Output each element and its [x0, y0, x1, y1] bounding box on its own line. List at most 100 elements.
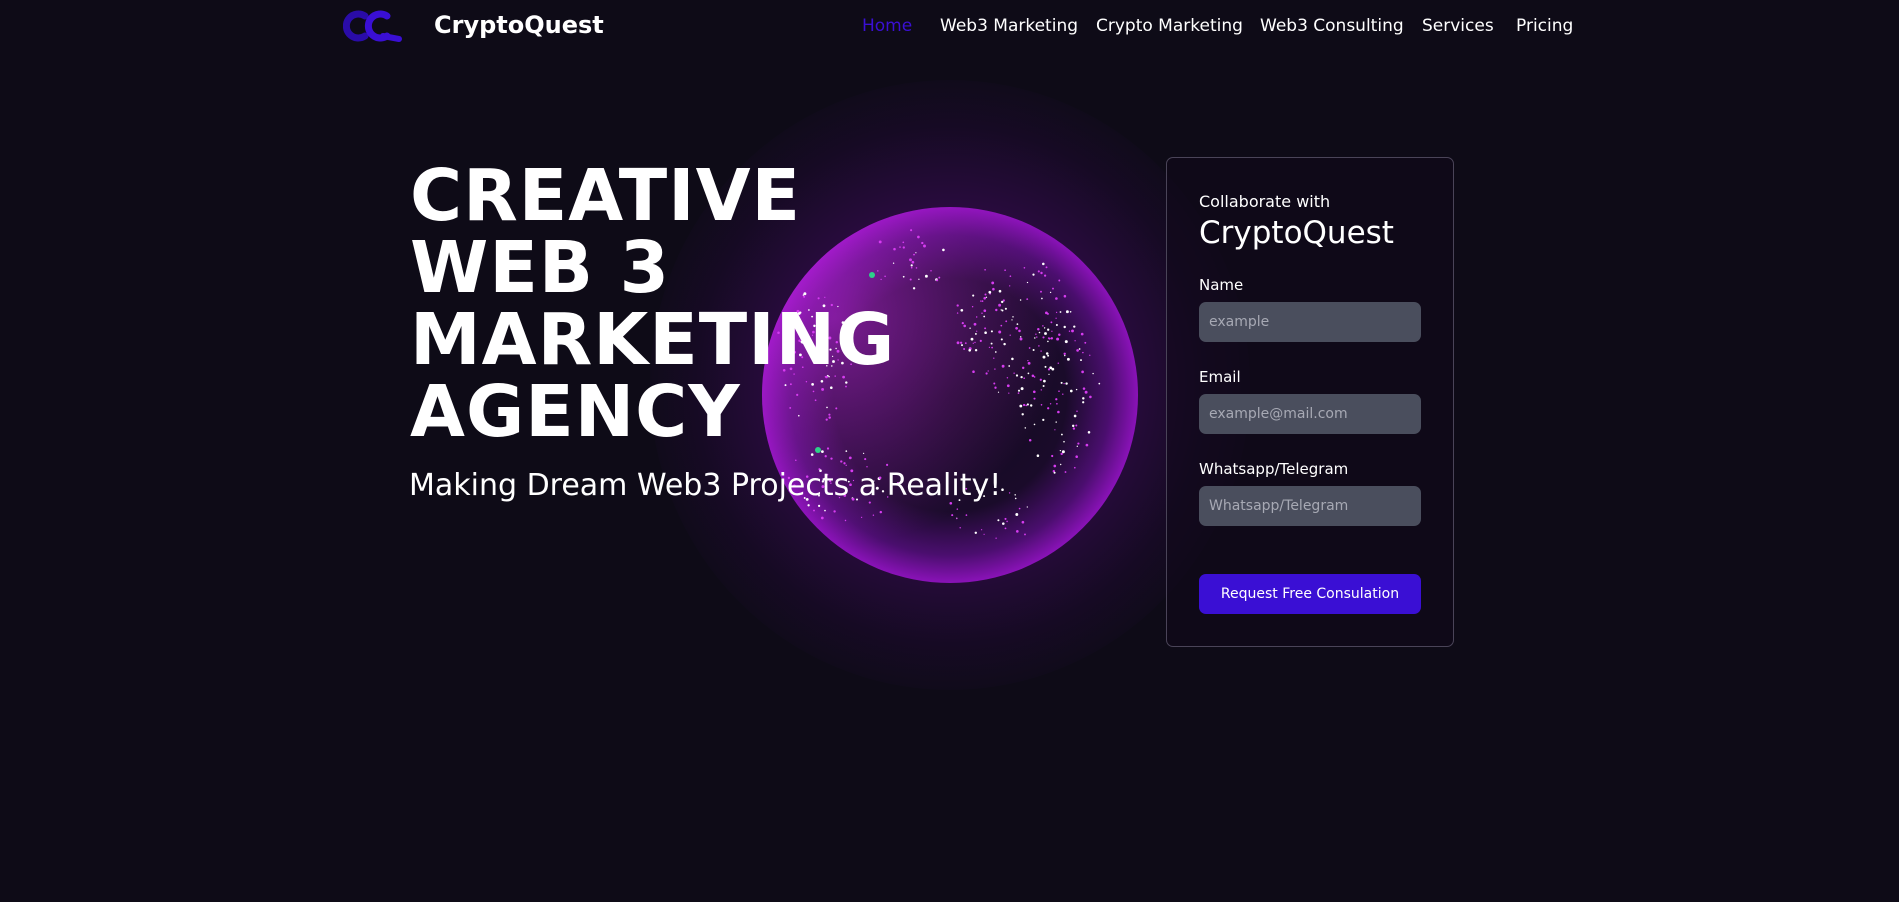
globe-particle	[972, 342, 974, 344]
globe-particle	[810, 453, 814, 456]
globe-particle	[1015, 326, 1018, 330]
globe-particle	[1020, 375, 1023, 379]
globe-particle	[1051, 338, 1053, 340]
globe-particle	[1047, 340, 1049, 343]
nav-services[interactable]: Services	[1422, 14, 1494, 38]
globe-particle	[994, 386, 997, 389]
globe-particle	[1084, 390, 1088, 394]
globe-particle	[795, 459, 797, 462]
globe-particle	[1023, 267, 1026, 269]
globe-particle	[983, 533, 985, 535]
globe-particle	[1027, 361, 1031, 365]
globe-particle	[1042, 336, 1045, 339]
globe-particle	[1089, 354, 1091, 356]
globe-particle	[959, 527, 961, 529]
globe-particle	[985, 296, 988, 298]
globe-particle	[845, 450, 848, 452]
globe-particle	[1075, 455, 1078, 458]
globe-particle	[959, 341, 963, 344]
nav-home[interactable]: Home	[862, 14, 912, 38]
globe-particle	[840, 460, 843, 463]
globe-particle	[974, 332, 977, 335]
globe-particle	[1063, 325, 1066, 329]
nav-web3-consulting[interactable]: Web3 Consulting	[1260, 14, 1404, 38]
cq-logo-icon[interactable]	[343, 6, 403, 46]
globe-particle	[1057, 362, 1060, 364]
globe-particle	[1058, 390, 1060, 392]
globe-particle	[864, 458, 867, 461]
globe-particle	[1098, 382, 1101, 385]
globe-particle	[1048, 373, 1050, 376]
request-consultation-button[interactable]: Request Free Consulation	[1199, 574, 1421, 614]
globe-particle	[910, 266, 913, 269]
globe-particle	[1058, 279, 1061, 282]
globe-particle	[994, 368, 996, 370]
globe-particle	[1055, 323, 1058, 327]
globe-particle	[1059, 311, 1062, 313]
consultation-form: Collaborate with CryptoQuest Name Email …	[1166, 157, 1454, 647]
globe-particle	[1076, 410, 1078, 413]
globe-particle	[1000, 324, 1003, 327]
globe-particle	[1008, 392, 1010, 394]
globe-particle	[1004, 517, 1007, 520]
globe-particle	[1056, 402, 1058, 405]
globe-particle	[1040, 389, 1042, 391]
globe-particle	[909, 258, 912, 262]
globe-particle	[981, 312, 983, 315]
globe-particle	[915, 252, 917, 254]
globe-particle	[998, 330, 1002, 334]
globe-particle	[1015, 374, 1019, 377]
globe-particle	[1055, 421, 1057, 423]
globe-particle	[1053, 471, 1056, 474]
globe-particle	[915, 267, 918, 269]
globe-particle	[964, 342, 967, 344]
nav-web3-marketing[interactable]: Web3 Marketing	[940, 14, 1078, 38]
globe-particle	[963, 324, 967, 328]
globe-particle	[971, 305, 974, 308]
globe-particle	[833, 510, 836, 513]
name-input[interactable]	[1199, 302, 1421, 342]
globe-particle	[1071, 424, 1075, 428]
globe-particle	[1006, 384, 1010, 388]
globe-particle	[1077, 442, 1080, 445]
globe-particle	[1021, 413, 1024, 416]
globe-particle	[1016, 323, 1019, 325]
globe-particle	[970, 337, 974, 341]
globe-particle	[1063, 294, 1067, 298]
nav-crypto-marketing[interactable]: Crypto Marketing	[1096, 14, 1243, 38]
globe-particle	[1005, 320, 1008, 323]
globe-particle	[976, 330, 978, 332]
globe-particle	[1087, 431, 1091, 434]
globe-particle	[1026, 403, 1029, 406]
globe-particle	[1081, 370, 1084, 374]
globe-particle	[824, 509, 826, 512]
nav-pricing[interactable]: Pricing	[1516, 14, 1573, 38]
globe-particle	[1029, 404, 1033, 407]
globe-particle	[1071, 329, 1074, 333]
globe-particle	[1042, 355, 1046, 359]
globe-particle	[998, 289, 1002, 293]
globe-particle	[1040, 290, 1042, 293]
globe-particle	[909, 278, 912, 281]
globe-particle	[993, 357, 995, 359]
globe-particle	[1073, 466, 1076, 469]
globe-particle	[1003, 342, 1006, 346]
globe-particle	[1012, 316, 1014, 318]
whatsapp-telegram-input[interactable]	[1199, 486, 1421, 526]
globe-particle	[1053, 464, 1057, 468]
globe-particle	[1074, 340, 1076, 342]
page: CryptoQuest Home Web3 Marketing Crypto M…	[0, 0, 1899, 902]
globe-particle	[902, 241, 905, 244]
brand-name[interactable]: CryptoQuest	[434, 10, 604, 40]
globe-particle	[1060, 463, 1062, 466]
globe-particle	[1073, 325, 1076, 328]
globe-particle	[1004, 527, 1007, 530]
globe-particle	[984, 293, 987, 296]
globe-particle	[1042, 325, 1044, 327]
globe-particle	[1001, 364, 1005, 368]
email-input[interactable]	[1199, 394, 1421, 434]
globe-particle	[1084, 341, 1087, 344]
globe-particle	[988, 346, 990, 348]
globe-particle	[992, 287, 995, 291]
globe-particle	[1026, 281, 1029, 284]
